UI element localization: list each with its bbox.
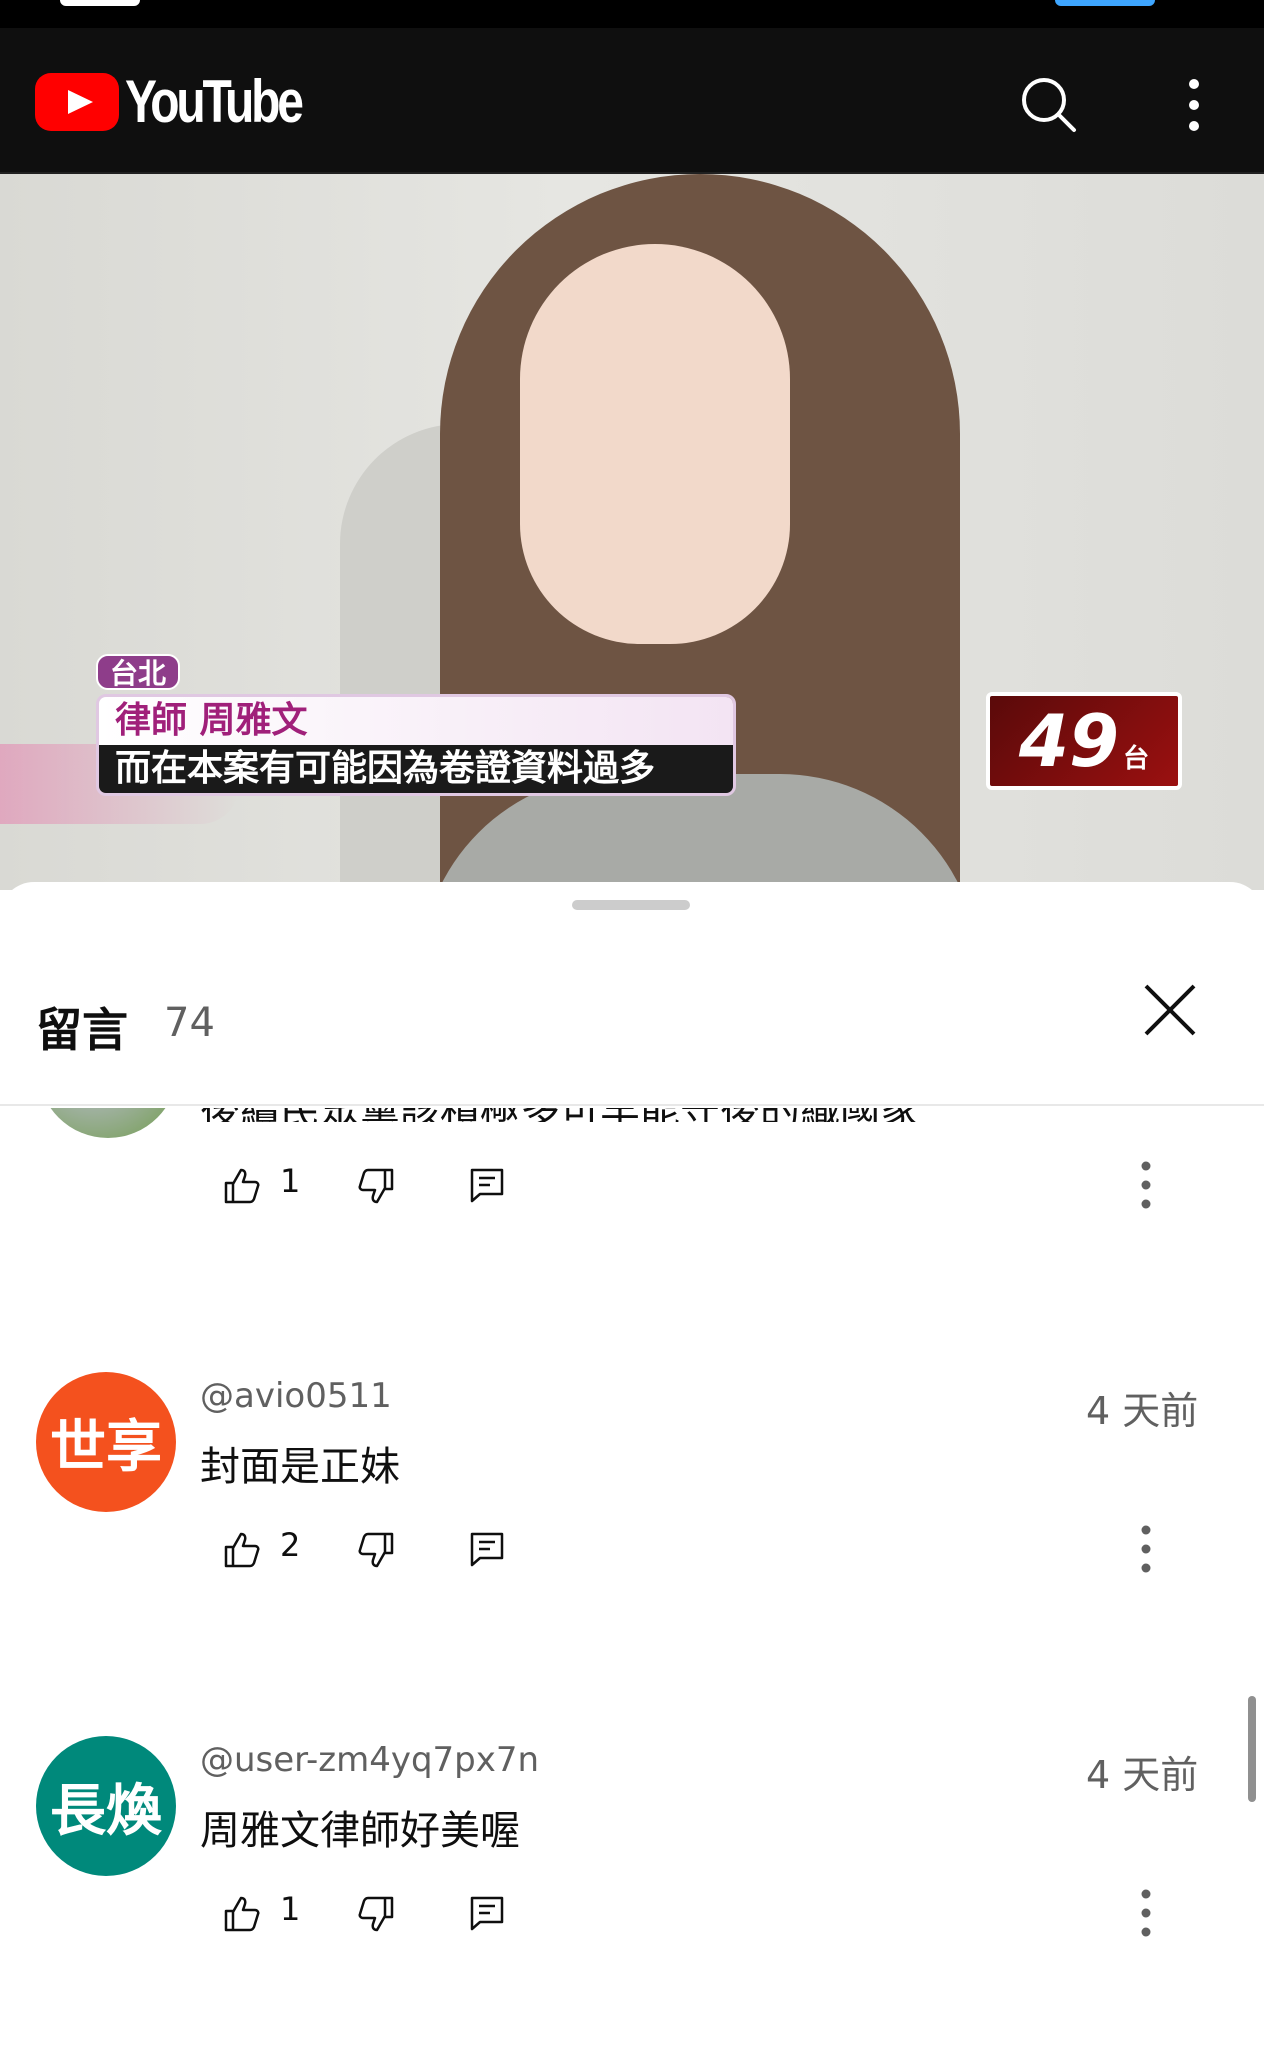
like-button[interactable] (222, 1894, 262, 1934)
comment-actions: 2 (222, 1518, 1222, 1578)
more-vert-icon (1189, 79, 1199, 131)
avatar[interactable] (38, 1108, 178, 1138)
close-button[interactable] (1140, 980, 1200, 1040)
avatar[interactable]: 長煥 (36, 1736, 176, 1876)
comments-count: 74 (164, 1000, 215, 1046)
comment-author[interactable]: @user-zm4yq7px7n (200, 1740, 539, 1780)
app-name: YouTube (125, 68, 304, 135)
caption-name: 律師 周雅文 (99, 697, 733, 745)
dislike-icon (358, 1168, 394, 1204)
reply-button[interactable] (468, 1166, 506, 1204)
reply-button[interactable] (468, 1530, 506, 1568)
comment-text: 周雅文律師好美喔 (200, 1808, 520, 1854)
like-icon (224, 1532, 260, 1568)
status-indicator-right (1055, 0, 1155, 6)
comment-options-button[interactable] (1140, 1524, 1152, 1574)
close-icon (1144, 984, 1196, 1036)
video-scene-person-face (520, 244, 790, 644)
youtube-logo[interactable]: YouTube (35, 72, 345, 132)
comment-options-button[interactable] (1140, 1888, 1152, 1938)
dislike-icon (358, 1532, 394, 1568)
comment-item: 後續民眾黨該積極多可羊能守後的織國家 1 (0, 1108, 1264, 1248)
like-count: 2 (280, 1526, 301, 1564)
comment-text: 後續民眾黨該積極多可羊能守後的織國家 (200, 1108, 960, 1122)
comment-actions: 1 (222, 1882, 1222, 1942)
comments-list[interactable]: 後續民眾黨該積極多可羊能守後的織國家 1 (0, 1108, 1264, 2048)
comments-title: 留言 (36, 1003, 128, 1057)
dislike-button[interactable] (356, 1530, 396, 1570)
app-top-bar: YouTube (0, 28, 1264, 174)
more-options-button[interactable] (1182, 74, 1206, 136)
comment-item: 長煥 @user-zm4yq7px7n 4 天前 周雅文律師好美喔 1 (0, 1736, 1264, 2036)
comment-options-button[interactable] (1140, 1160, 1152, 1210)
kebab-icon (1141, 1161, 1151, 1209)
kebab-icon (1141, 1525, 1151, 1573)
reply-icon (470, 1896, 504, 1931)
like-icon (224, 1168, 260, 1204)
dislike-icon (358, 1896, 394, 1932)
like-icon (224, 1896, 260, 1932)
comment-author[interactable]: @avio0511 (200, 1376, 392, 1416)
comment-actions: 1 (222, 1154, 1222, 1214)
avatar[interactable]: 世享 (36, 1372, 176, 1512)
location-badge: 台北 (96, 654, 181, 690)
comments-scrollbar[interactable] (1248, 1696, 1256, 1802)
caption-text: 而在本案有可能因為卷證資料過多 (99, 745, 733, 793)
channel-logo: 49 台 (986, 692, 1182, 790)
comments-sheet: 留言 74 後續民眾黨該積極多可羊能守後的織國家 1 (0, 882, 1264, 2048)
dislike-button[interactable] (356, 1166, 396, 1206)
search-button[interactable] (1018, 74, 1080, 136)
like-button[interactable] (222, 1166, 262, 1206)
channel-number: 49 (1018, 699, 1120, 783)
like-button[interactable] (222, 1530, 262, 1570)
channel-suffix: 台 (1123, 743, 1150, 774)
like-count: 1 (280, 1890, 301, 1928)
reply-button[interactable] (468, 1894, 506, 1932)
reply-icon (470, 1532, 504, 1567)
search-icon (1022, 78, 1076, 132)
dislike-button[interactable] (356, 1894, 396, 1934)
comment-item: 世享 @avio0511 4 天前 封面是正妹 2 (0, 1372, 1264, 1672)
status-indicator-left (60, 0, 140, 6)
youtube-logo-icon (35, 73, 119, 131)
kebab-icon (1141, 1889, 1151, 1937)
like-count: 1 (280, 1162, 301, 1200)
news-caption: 律師 周雅文 而在本案有可能因為卷證資料過多 (96, 694, 736, 796)
comment-text: 封面是正妹 (200, 1444, 400, 1490)
comment-time: 4 天前 (1086, 1753, 1199, 1797)
comment-time: 4 天前 (1086, 1389, 1199, 1433)
reply-icon (470, 1168, 504, 1203)
video-player[interactable]: 台北 律師 周雅文 而在本案有可能因為卷證資料過多 49 台 (0, 174, 1264, 890)
comments-header: 留言 74 (0, 942, 1264, 1106)
status-bar (0, 0, 1264, 28)
sheet-drag-handle[interactable] (572, 900, 690, 910)
